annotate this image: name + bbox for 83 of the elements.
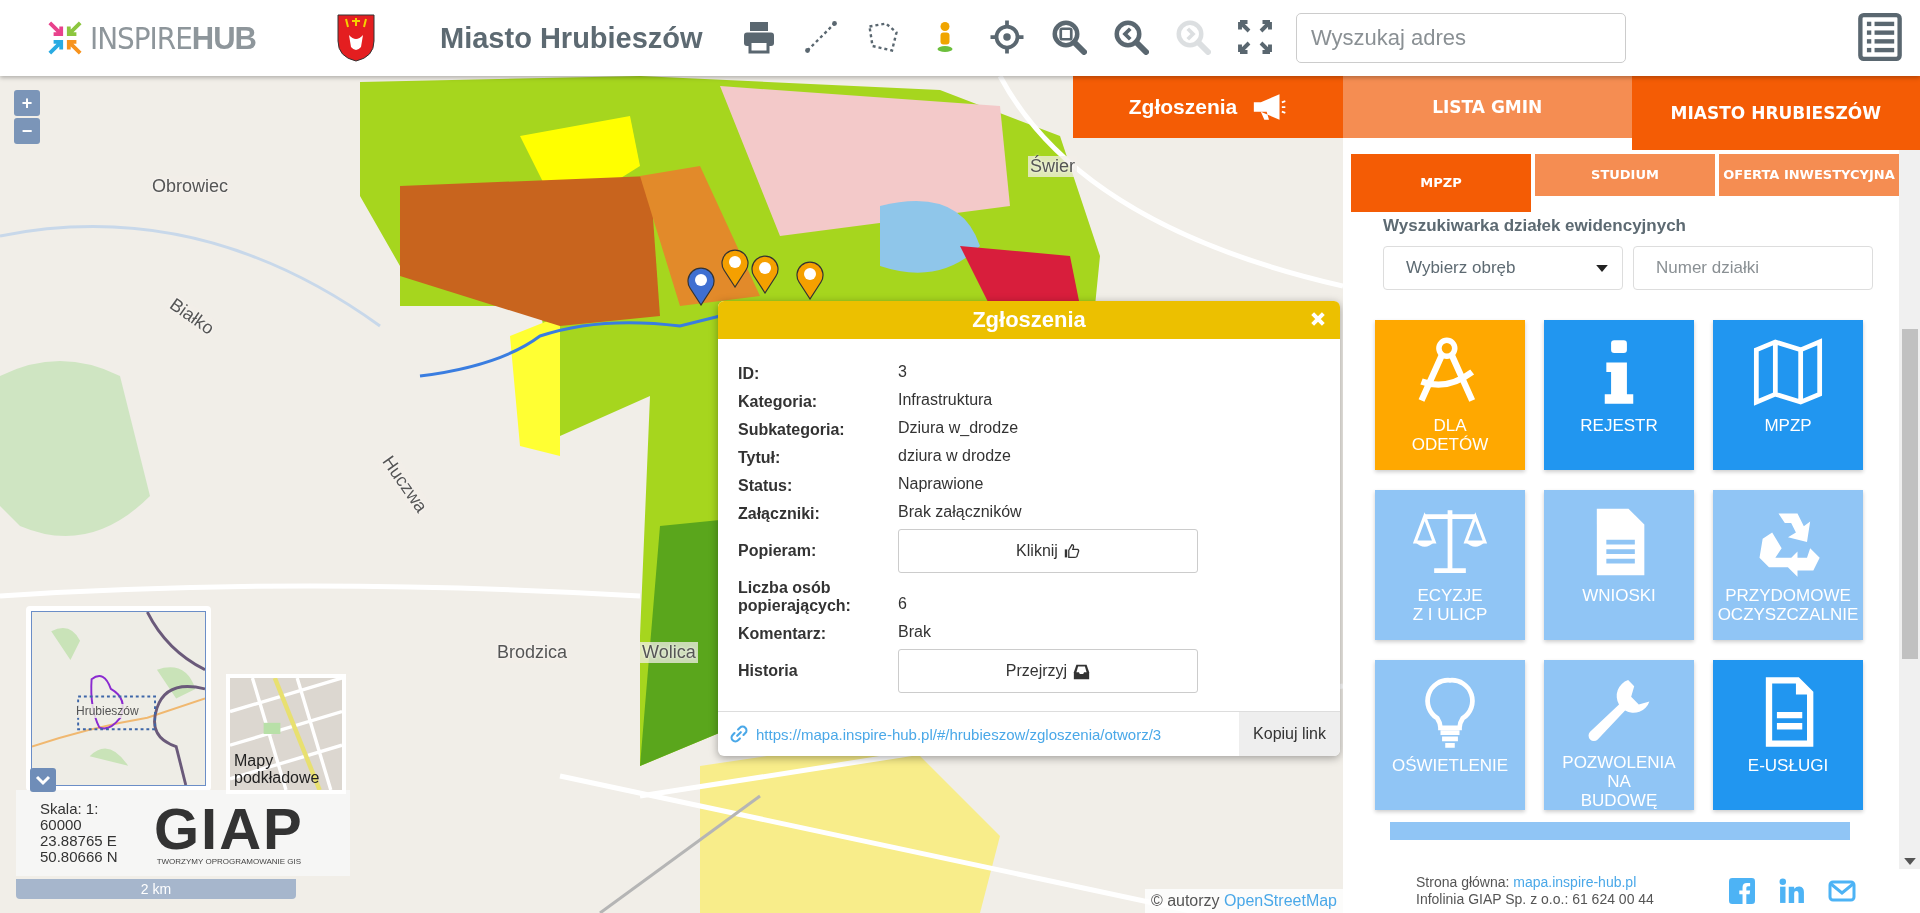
overview-place-label: Hrubieszów (76, 704, 139, 718)
history-button[interactable]: Przejrzyj (898, 649, 1198, 693)
scrollbar-thumb[interactable] (1902, 329, 1918, 659)
logo-text: INSPIREHUB (90, 19, 256, 57)
overview-map[interactable]: Hrubieszów (26, 606, 211, 791)
map-zoom-button[interactable]: + (14, 90, 40, 116)
parcel-search-heading: Wyszukiwarka działek ewidencyjnych (1383, 216, 1687, 236)
map-pin-icon[interactable] (795, 260, 825, 300)
zoom-extent-icon[interactable] (1051, 19, 1087, 55)
map-zoom-button[interactable]: − (14, 118, 40, 144)
scale-bar: 2 km (16, 879, 296, 899)
caret-icon (1596, 264, 1608, 272)
field-value: Naprawione (898, 474, 984, 494)
crosshair-icon[interactable] (989, 19, 1025, 55)
basemap-switcher[interactable]: Mapy podkładowe (226, 674, 346, 794)
plan-tab[interactable]: OFERTA INWESTYCYJNA (1719, 154, 1899, 196)
reports-button[interactable]: Zgłoszenia (1073, 76, 1343, 138)
popup-title: Zgłoszenia (972, 307, 1086, 333)
osm-link[interactable]: OpenStreetMap (1224, 892, 1337, 909)
homepage-link[interactable]: mapa.inspire-hub.pl (1513, 874, 1637, 890)
scroll-down-icon[interactable] (1903, 858, 1916, 865)
recycle-tile[interactable]: PRZYDOMOWE OCZYSZCZALNIE (1713, 490, 1863, 640)
document-tile[interactable]: WNIOSKI (1544, 490, 1694, 640)
form-tile[interactable]: E-USŁUGI (1713, 660, 1863, 810)
support-button[interactable]: Kliknij (898, 529, 1198, 573)
map-pin-icon[interactable] (720, 248, 750, 288)
info-tile[interactable]: REJESTR (1544, 320, 1694, 470)
menu-icon[interactable] (1858, 12, 1902, 64)
field-value: Infrastruktura (898, 390, 993, 410)
scales-tile[interactable]: ECYZJE Z I ULICP (1375, 490, 1525, 640)
copy-link-button[interactable]: Kopiuj link (1239, 712, 1340, 756)
field-value: 3 (898, 362, 907, 382)
wrench-tile[interactable]: POZWOLENIA NA BUDOWĘ (1544, 660, 1694, 810)
map-place-label: Wolica (640, 642, 698, 663)
field-label: Komentarz: (738, 625, 827, 643)
coat-of-arms-icon (336, 13, 376, 63)
link-icon (730, 725, 748, 743)
megaphone-icon (1251, 93, 1288, 121)
field-label: Popieram: (738, 542, 818, 560)
bulb-tile[interactable]: OŚWIETLENIE (1375, 660, 1525, 810)
parcel-number-field[interactable]: Numer działki (1633, 246, 1873, 290)
field-label: Załączniki: (738, 505, 821, 523)
plan-tab[interactable]: MPZP (1351, 154, 1531, 212)
print-icon[interactable] (741, 19, 777, 55)
map-pin-icon[interactable] (686, 266, 716, 306)
measure-line-icon[interactable] (803, 19, 839, 55)
chevron-down-icon[interactable] (30, 768, 56, 792)
report-link[interactable]: https://mapa.inspire-hub.pl/#/hrubieszow/zgloszenia/otworz/3 (756, 725, 1232, 743)
field-label: Status: (738, 477, 794, 495)
map-pin-icon[interactable] (750, 254, 780, 294)
map-place-label: Świer (1028, 156, 1077, 177)
fullscreen-icon[interactable] (1237, 19, 1273, 55)
hotline-text: Infolinia GIAP Sp. z o.o.: 61 624 00 44 (1416, 891, 1655, 908)
logo-arrows-icon (46, 19, 84, 57)
map-attribution: © autorzy OpenStreetMap (1144, 889, 1343, 913)
field-label: Tytuł: (738, 449, 782, 467)
field-label: ID: (738, 365, 761, 383)
compass-tile[interactable]: DLA ODETÓW (1375, 320, 1525, 470)
field-value: Brak załączników (898, 502, 1022, 522)
panel-tab[interactable]: MIASTO HRUBIESZÓW (1631, 76, 1920, 150)
thumbs-up-icon (1063, 543, 1080, 559)
plan-tab[interactable]: STUDIUM (1535, 154, 1715, 196)
address-search-field[interactable]: Wyszukaj adres (1296, 13, 1626, 63)
panel-tab[interactable]: LISTA GMIN (1343, 76, 1632, 138)
company-logo-text: GIAP (154, 800, 304, 857)
latitude-text: 50.80666 N (40, 849, 119, 865)
field-value: Dziura w_drodze (898, 418, 1019, 438)
field-value: dziura w drodze (898, 446, 1011, 466)
field-value: Brak (898, 622, 931, 642)
scale-text: Skala: 1: 60000 (40, 801, 100, 833)
field-label: Liczba osób popierających: (738, 579, 852, 615)
field-label: Kategoria: (738, 393, 819, 411)
city-title: Miasto Hrubieszów (440, 21, 704, 55)
company-tagline: TWORZYMY OPROGRAMOWANIE GIS (156, 856, 302, 866)
map-tile[interactable]: MPZP (1713, 320, 1863, 470)
longitude-text: 23.88765 E (40, 833, 118, 849)
zoom-back-icon[interactable] (1113, 19, 1149, 55)
homepage-text: Strona główna: mapa.inspire-hub.pl (1416, 874, 1638, 891)
field-value: 6 (898, 594, 907, 614)
field-label: Historia (738, 662, 799, 680)
field-label: Subkategoria: (738, 421, 846, 439)
inbox-icon (1073, 662, 1091, 680)
precinct-dropdown[interactable]: Wybierz obręb (1383, 246, 1623, 290)
